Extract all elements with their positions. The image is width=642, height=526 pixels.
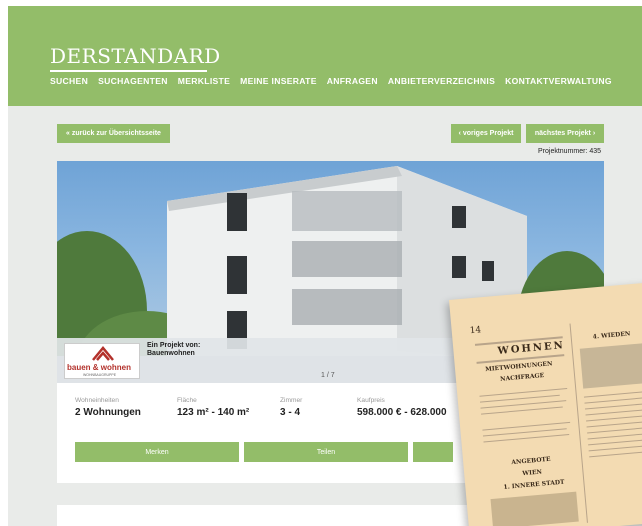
gallery-counter: 1 / 7	[321, 372, 335, 379]
newspaper-clipping: 14 WOHNEN MIETWOHNUNGEN NACHFRAGE ANGEBO…	[449, 281, 642, 526]
divider	[587, 425, 642, 434]
newspaper-subheading-wien: WIEN	[522, 468, 543, 478]
provider-logo-text: bauen & wohnen	[67, 363, 131, 372]
stat-label-area: Fläche	[177, 397, 197, 404]
contact-button[interactable]	[413, 442, 453, 462]
newspaper-right-header: 4. WIEDEN	[592, 330, 631, 341]
main-nav: SUCHEN SUCHAGENTEN MERKLISTE MEINE INSER…	[50, 76, 612, 86]
save-button[interactable]: Merken	[75, 442, 239, 462]
share-button[interactable]: Teilen	[244, 442, 408, 462]
stat-label-units: Wohneinheiten	[75, 397, 119, 404]
back-to-overview-button[interactable]: « zurück zur Übersichtsseite	[57, 124, 170, 143]
divider	[589, 449, 642, 458]
provider-label: Ein Projekt von:	[147, 342, 201, 349]
page: DERSTANDARD SUCHEN SUCHAGENTEN MERKLISTE…	[0, 0, 642, 526]
provider-logo-subtext: WOHNBAUGRUPPE	[83, 373, 117, 377]
logo-underline	[50, 70, 207, 72]
newspaper-house-photo	[579, 341, 642, 389]
project-number: Projektnummer: 435	[538, 148, 602, 155]
newspaper-subheading-angebote: ANGEBOTE	[511, 455, 551, 467]
nav-item-kontaktverwaltung[interactable]: KONTAKTVERWALTUNG	[505, 76, 612, 86]
divider	[586, 419, 642, 428]
divider	[583, 389, 642, 398]
stat-value-area: 123 m² - 140 m²	[177, 407, 250, 418]
divider	[588, 437, 642, 446]
nav-item-merkliste[interactable]: MERKLISTE	[178, 76, 230, 86]
newspaper-subheading-innere-stadt: 1. INNERE STADT	[503, 478, 565, 491]
divider	[587, 431, 642, 440]
next-project-button[interactable]: nächstes Projekt ›	[526, 124, 604, 143]
stat-label-price: Kaufpreis	[357, 397, 385, 404]
divider	[585, 407, 642, 416]
nav-item-anbieterverzeichnis[interactable]: ANBIETERVERZEICHNIS	[388, 76, 495, 86]
stat-value-rooms: 3 - 4	[280, 407, 301, 418]
newspaper-page-number: 14	[469, 325, 482, 337]
nav-item-suchen[interactable]: SUCHEN	[50, 76, 88, 86]
newspaper-photo	[490, 491, 579, 526]
stat-value-price: 598.000 € - 628.000	[357, 407, 447, 418]
divider	[586, 413, 642, 422]
site-logo[interactable]: DERSTANDARD	[50, 44, 221, 68]
nav-item-suchagenten[interactable]: SUCHAGENTEN	[98, 76, 168, 86]
divider	[481, 406, 563, 415]
divider	[584, 395, 642, 404]
previous-project-button[interactable]: ‹ voriges Projekt	[451, 124, 521, 143]
stat-label-rooms: Zimmer	[280, 397, 303, 404]
provider-logo[interactable]: bauen & wohnen WOHNBAUGRUPPE	[64, 343, 140, 379]
divider	[588, 443, 642, 452]
newspaper-subheading-nachfrage: NACHFRAGE	[499, 372, 545, 383]
nav-item-meine-inserate[interactable]: MEINE INSERATE	[240, 76, 317, 86]
stat-value-units: 2 Wohnungen	[75, 407, 141, 418]
divider	[584, 401, 642, 410]
provider-name[interactable]: Bauenwohnen	[147, 350, 195, 357]
nav-item-anfragen[interactable]: ANFRAGEN	[327, 76, 378, 86]
